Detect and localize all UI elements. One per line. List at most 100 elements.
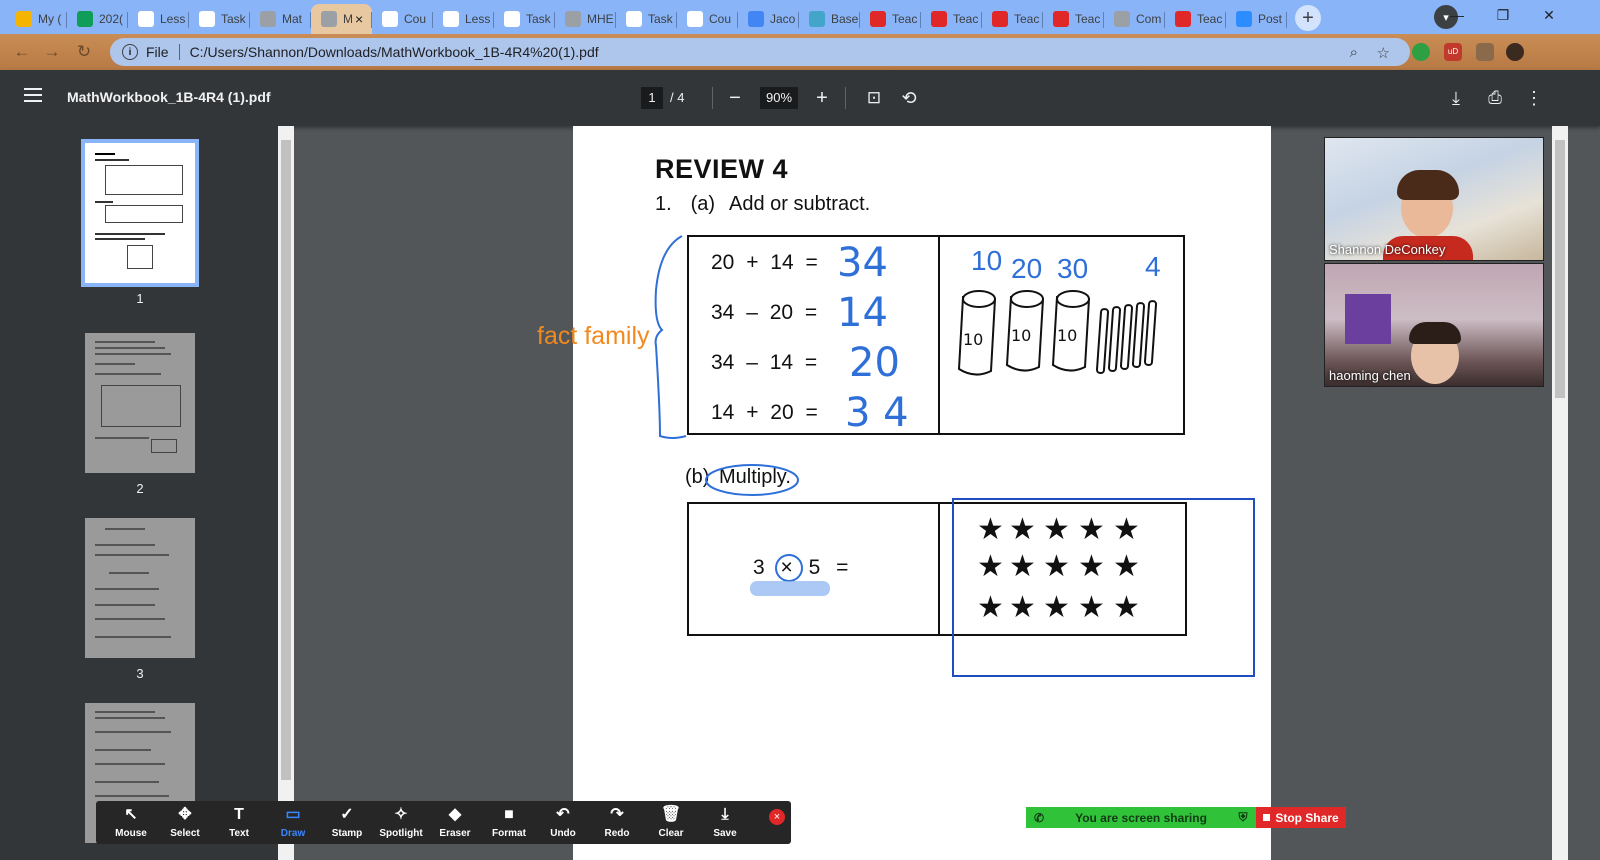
annotate-tool-label: Stamp — [331, 828, 363, 839]
star-icon: ★ — [1113, 591, 1140, 624]
tab-favicon-icon — [382, 11, 398, 27]
participant-video[interactable]: haoming chen — [1324, 263, 1544, 387]
address-bar[interactable]: i File C:/Users/Shannon/Downloads/MathWo… — [110, 38, 1410, 66]
browser-tab[interactable]: Mat — [250, 4, 311, 34]
browser-tab[interactable]: Teac — [860, 4, 921, 34]
browser-tab[interactable]: Task — [494, 4, 555, 34]
browser-tab[interactable]: Teac — [1043, 4, 1104, 34]
print-icon[interactable]: ⎙ — [1481, 84, 1509, 112]
tab-favicon-icon — [687, 11, 703, 27]
browser-tab[interactable]: Less — [128, 4, 189, 34]
browser-tab[interactable]: Post — [1226, 4, 1287, 34]
browser-tab[interactable]: Cou — [372, 4, 433, 34]
forward-icon[interactable]: → — [40, 40, 64, 64]
thumbnail-image — [85, 518, 195, 658]
browser-tab[interactable]: Jaco — [738, 4, 799, 34]
spotlight-icon: ✧ — [394, 806, 408, 823]
annotate-draw-button[interactable]: ▭ Draw — [266, 801, 320, 844]
annotate-save-button[interactable]: ⤓ Save — [698, 801, 752, 844]
annotate-select-button[interactable]: ✥ Select — [158, 801, 212, 844]
browser-tab[interactable]: Teac — [982, 4, 1043, 34]
tab-favicon-icon — [1175, 11, 1191, 27]
tab-title: Jaco — [770, 12, 796, 26]
extension-green-icon[interactable] — [1412, 43, 1430, 61]
url-scheme: File — [146, 44, 169, 60]
format-icon: ■ — [504, 806, 514, 823]
zoom-input[interactable]: 90% — [760, 87, 798, 109]
participant-video[interactable]: Shannon DeConkey — [1324, 137, 1544, 261]
draw-icon: ▭ — [285, 806, 301, 823]
tab-close-icon[interactable]: × — [355, 11, 363, 27]
browser-tab[interactable]: Base — [799, 4, 860, 34]
star-icon: ★ — [1078, 550, 1105, 583]
restore-icon[interactable]: ❐ — [1480, 0, 1526, 30]
page-number-input[interactable]: 1 — [641, 87, 663, 109]
question-instruction: Multiply. — [719, 466, 791, 488]
tab-favicon-icon — [138, 11, 154, 27]
multiplication-equation: 3 × 5 = — [753, 556, 849, 579]
fit-page-icon[interactable]: ⊡ — [860, 84, 888, 112]
back-icon[interactable]: ← — [10, 40, 34, 64]
download-icon[interactable]: ⤓ — [1442, 84, 1470, 112]
tab-title: Teac — [1014, 12, 1040, 26]
url-text: C:/Users/Shannon/Downloads/MathWorkbook_… — [189, 44, 599, 60]
browser-tab-strip: My (202(Less Task Mat M × Cou Less Task MHE Task C… — [0, 0, 1600, 34]
annotate-spotlight-button[interactable]: ✧ Spotlight — [374, 801, 428, 844]
close-annotation-icon[interactable]: × — [769, 809, 785, 825]
ublock-icon[interactable]: uD — [1444, 43, 1462, 61]
annotate-format-button[interactable]: ■ Format — [482, 801, 536, 844]
eraser-icon: ◆ — [448, 806, 462, 823]
scrollbar-thumb[interactable] — [281, 140, 291, 780]
annotate-tool-label: Undo — [550, 828, 576, 839]
browser-tab[interactable]: MHE — [555, 4, 616, 34]
zoom-in-icon[interactable]: + — [808, 84, 836, 112]
browser-tab[interactable]: Task — [189, 4, 250, 34]
stop-share-button[interactable]: Stop Share — [1256, 807, 1346, 828]
star-icon: ★ — [1009, 591, 1036, 624]
reload-icon[interactable]: ↻ — [72, 40, 96, 64]
extension-puzzle-icon[interactable] — [1476, 43, 1494, 61]
browser-tab[interactable]: Cou — [677, 4, 738, 34]
annotate-stamp-button[interactable]: ✓ Stamp — [320, 801, 374, 844]
bookmark-star-icon[interactable]: ☆ — [1377, 44, 1390, 62]
pdf-toolbar: MathWorkbook_1B-4R4 (1).pdf 1 / 4 − 90% … — [0, 70, 1600, 126]
thumbnail-page-2[interactable]: 2 — [82, 333, 198, 496]
browser-tab[interactable]: Less — [433, 4, 494, 34]
browser-tab[interactable]: Teac — [1165, 4, 1226, 34]
document-scrollbar[interactable] — [1552, 126, 1568, 860]
annotate-tool-label: Draw — [280, 828, 306, 839]
annotate-text-button[interactable]: T Text — [212, 801, 266, 844]
annotate-mouse-button[interactable]: ↖ Mouse — [104, 801, 158, 844]
annotate-eraser-button[interactable]: ◆ Eraser — [428, 801, 482, 844]
rotate-icon[interactable]: ⟲ — [895, 84, 923, 112]
site-info-icon[interactable]: i — [122, 44, 138, 60]
thumbnail-page-3[interactable]: 3 — [82, 518, 198, 681]
browser-tab[interactable]: Teac — [921, 4, 982, 34]
addition-box: 20 + 14 = 34 – 20 = 34 – 14 = 14 + 20 = … — [687, 235, 1185, 435]
equation-row: 20 + 14 = — [711, 251, 818, 274]
browser-tab[interactable]: Task — [616, 4, 677, 34]
close-window-icon[interactable]: ✕ — [1526, 0, 1572, 30]
menu-icon[interactable] — [24, 88, 42, 102]
annotate-clear-button[interactable]: 🗑 Clear — [644, 801, 698, 844]
annotate-redo-button[interactable]: ↷ Redo — [590, 801, 644, 844]
sidebar-scrollbar[interactable] — [278, 126, 294, 860]
browser-tab[interactable]: 202( — [67, 4, 128, 34]
profile-avatar[interactable] — [1506, 43, 1524, 61]
browser-tab[interactable]: My ( — [6, 4, 67, 34]
zoom-out-icon[interactable]: − — [721, 84, 749, 112]
browser-tab[interactable]: Com — [1104, 4, 1165, 34]
tab-title: Less — [160, 12, 186, 26]
new-tab-button[interactable]: + — [1295, 5, 1321, 31]
annotate-undo-button[interactable]: ↶ Undo — [536, 801, 590, 844]
browser-tab[interactable]: M × — [311, 4, 372, 34]
participant-name: haoming chen — [1329, 368, 1411, 383]
scrollbar-thumb[interactable] — [1555, 140, 1565, 398]
minimize-icon[interactable]: — — [1434, 0, 1480, 30]
thumbnail-page-1[interactable]: 1 — [81, 139, 199, 306]
tab-title: Task — [526, 12, 551, 26]
zoom-magnifier-icon[interactable]: ⌕ — [1350, 44, 1358, 61]
shield-icon: ⛨ — [1238, 810, 1248, 824]
bundle-of-ten: 10 — [1051, 290, 1091, 372]
more-options-icon[interactable]: ⋮ — [1520, 84, 1548, 112]
